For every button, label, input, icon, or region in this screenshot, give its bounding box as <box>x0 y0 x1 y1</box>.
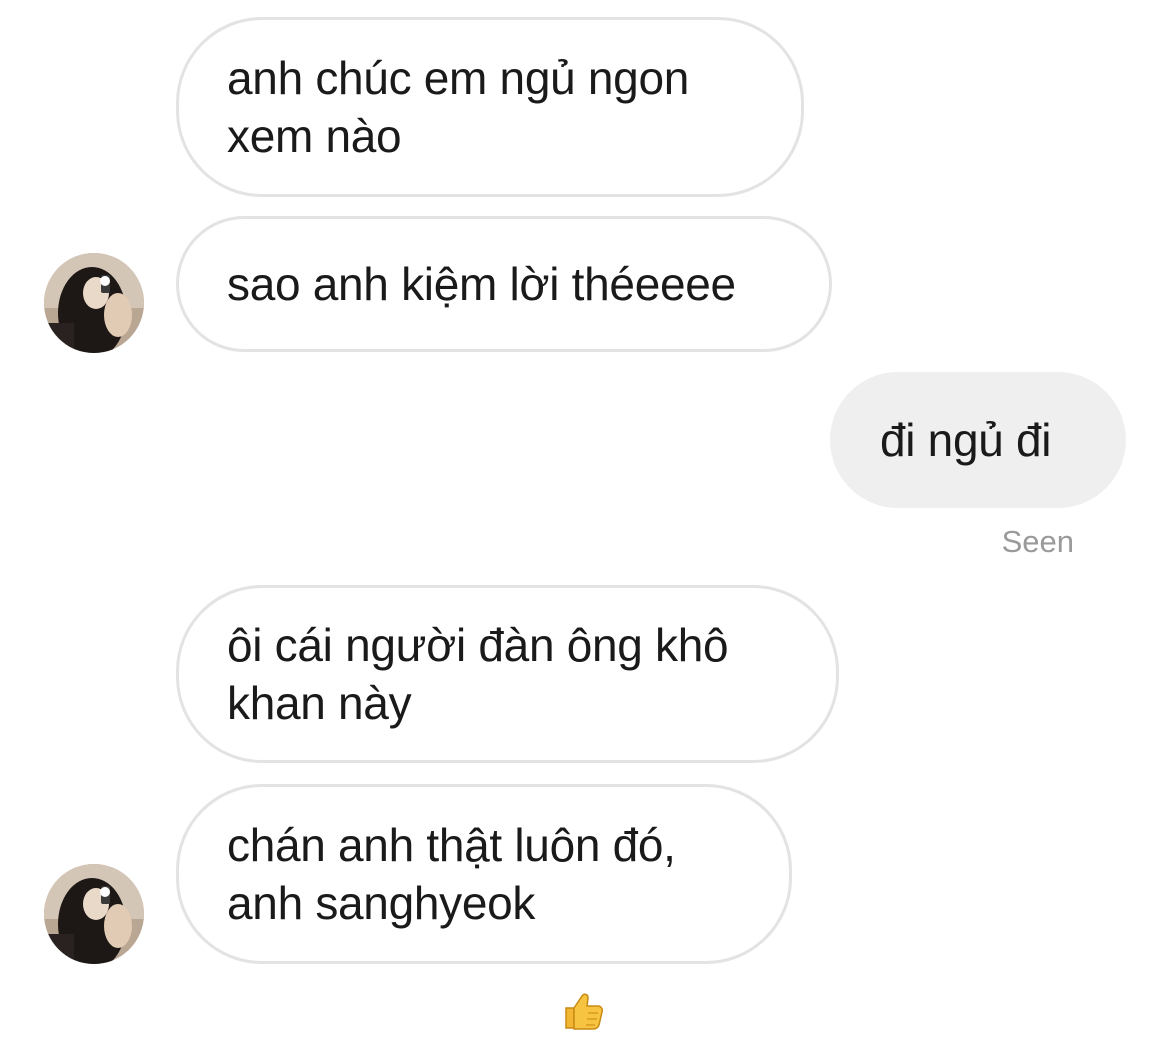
message-text: sao anh kiệm lời théeeee <box>227 258 736 310</box>
message-text: anh chúc em ngủ ngon xem nào <box>227 52 690 162</box>
avatar[interactable] <box>44 864 144 964</box>
profile-photo <box>44 864 144 964</box>
message-text: chán anh thật luôn đó, anh sanghyeok <box>227 819 676 929</box>
message-text: đi ngủ đi <box>880 414 1052 466</box>
message-bubble-incoming[interactable]: anh chúc em ngủ ngon xem nào <box>176 17 804 197</box>
message-text: ôi cái người đàn ông khô khan này <box>227 619 729 729</box>
avatar[interactable] <box>44 253 144 353</box>
message-bubble-outgoing[interactable]: đi ngủ đi <box>830 372 1126 508</box>
message-bubble-incoming[interactable]: ôi cái người đàn ông khô khan này <box>176 585 839 763</box>
profile-photo <box>44 253 144 353</box>
seen-status: Seen <box>1001 524 1074 559</box>
message-bubble-incoming[interactable]: chán anh thật luôn đó, anh sanghyeok <box>176 784 792 964</box>
message-bubble-incoming[interactable]: sao anh kiệm lời théeeee <box>176 216 832 352</box>
thumbs-up-icon[interactable] <box>560 986 608 1034</box>
